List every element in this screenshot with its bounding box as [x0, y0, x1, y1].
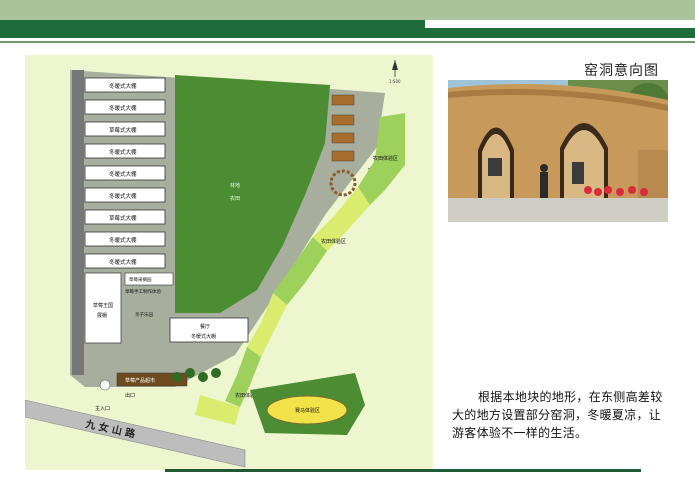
greenhouse-label-5: 冬暖式大棚 [109, 170, 137, 178]
picking-label: 草莓采摘园 [129, 276, 152, 283]
tree [185, 368, 195, 378]
display-label: 展棚 [97, 312, 107, 319]
footer-line [165, 469, 641, 472]
header-band-line [0, 41, 695, 43]
farm-zone-label-1: 农田体验区 [373, 155, 398, 162]
photo-ground [448, 198, 668, 222]
cave-building [331, 132, 355, 144]
site-plan-drawing: 九 女 山 路 林地 农田 冬暖式大棚 冬暖式大棚 草莓式大棚 冬暖式大棚 冬暖… [24, 60, 405, 468]
craft-label: 草莓手工制作体验 [125, 288, 161, 295]
restaurant-label: 餐厅 [200, 323, 210, 330]
cave-photo [448, 80, 668, 222]
fields-label: 农田 [230, 195, 240, 202]
race-label: 赛马体验区 [295, 407, 320, 414]
page-title: 窑洞意向图 [584, 63, 659, 79]
greenhouse-label-6: 冬暖式大棚 [109, 192, 137, 200]
exit-label: 出口 [125, 392, 135, 399]
greenhouse-label-1: 冬暖式大棚 [109, 82, 137, 90]
parent-child-label: 亲子乐园 [135, 311, 153, 318]
greenhouse-label-4: 冬暖式大棚 [109, 148, 137, 156]
photo-person [540, 172, 548, 198]
photo-window-left [488, 158, 502, 176]
compass-icon: 1:500 [389, 60, 401, 84]
tree [172, 372, 182, 382]
photo-door-right [572, 162, 584, 184]
entrance-label: 主入口 [95, 405, 110, 412]
greenhouse-label-7: 草莓式大棚 [109, 214, 137, 222]
product-label: 草莓产品超市 [125, 377, 155, 384]
strawberry-kingdom-label: 草莓王国 [93, 302, 113, 309]
greenhouse-label-8: 冬暖式大棚 [109, 236, 137, 244]
farm-zone-label-2: 农田体验区 [321, 238, 346, 245]
tree [211, 368, 221, 378]
greenhouse-label-3: 草莓式大棚 [109, 126, 137, 134]
header-band-light [0, 0, 695, 20]
left-building-wall [72, 70, 84, 375]
restaurant-sub-label: 冬暖式大棚 [191, 333, 216, 340]
header-band-notch [425, 20, 695, 28]
photo-person-head [540, 164, 548, 172]
cave-building [331, 150, 355, 162]
cave-building [331, 94, 355, 106]
site-plan: 九 女 山 路 林地 农田 冬暖式大棚 冬暖式大棚 草莓式大棚 冬暖式大棚 冬暖… [24, 55, 433, 470]
entrance-feature [99, 379, 111, 391]
cave-building [331, 114, 355, 126]
greenhouse-label-2: 冬暖式大棚 [109, 104, 137, 112]
forest-label: 林地 [230, 182, 240, 189]
tree [198, 372, 208, 382]
scale-label: 1:500 [389, 79, 401, 84]
cave-photo-drawing [448, 80, 668, 222]
description-text: 根据本地块的地形，在东侧高差较大的地方设置部分窑洞，冬暖夏凉，让游客体验不一样的… [452, 390, 663, 440]
greenhouse-label-9: 冬暖式大棚 [109, 258, 137, 266]
greenhouse-column: 冬暖式大棚 冬暖式大棚 草莓式大棚 冬暖式大棚 冬暖式大棚 冬暖式大棚 草莓式大… [84, 77, 166, 269]
